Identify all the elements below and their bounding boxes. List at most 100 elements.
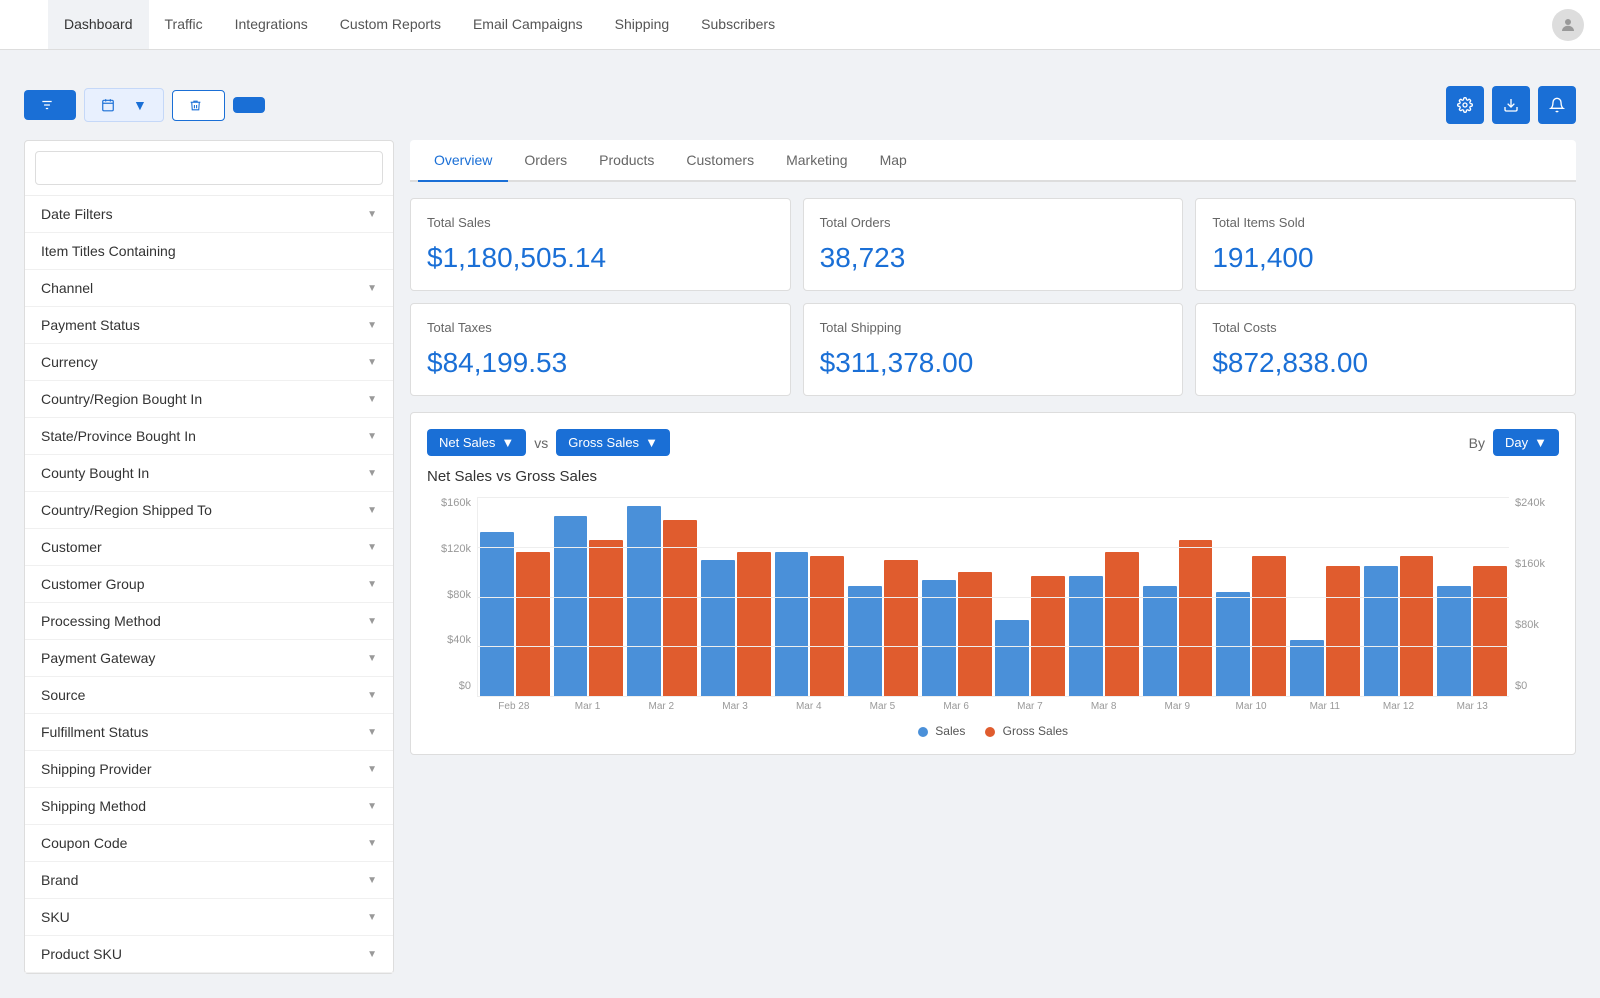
filter-item[interactable]: Coupon Code▼ [25,825,393,862]
bar-group [1288,566,1362,696]
bar-gross [737,552,771,696]
bar-sales [1364,566,1398,696]
filter-item[interactable]: Source▼ [25,677,393,714]
nav-tab-custom-reports[interactable]: Custom Reports [324,0,457,49]
bar-group [1214,556,1288,696]
bar-sales [480,532,514,696]
placed-button[interactable]: ▼ [84,88,164,122]
bar-gross [1031,576,1065,696]
filter-item[interactable]: Fulfillment Status▼ [25,714,393,751]
tab-overview[interactable]: Overview [418,140,508,182]
bar-group [1362,556,1436,696]
bar-gross [589,540,623,696]
bar-group [920,572,994,696]
bar-sales [995,620,1029,696]
trash-icon [189,99,202,112]
filter-item[interactable]: Currency▼ [25,344,393,381]
bar-group [773,552,847,696]
bar-group [625,506,699,696]
filter-item[interactable]: Customer▼ [25,529,393,566]
nav-tab-dashboard[interactable]: Dashboard [48,0,149,49]
gear-icon [1457,97,1473,113]
x-label: Mar 7 [993,701,1067,712]
net-sales-label: Net Sales [439,435,495,450]
calendar-icon [101,98,115,112]
bar-sales [1216,592,1250,696]
x-label: Mar 3 [698,701,772,712]
filter-item[interactable]: Customer Group▼ [25,566,393,603]
main-layout: Date Filters▼Item Titles ContainingChann… [0,140,1600,998]
stat-card-3: Total Taxes$84,199.53 [410,303,791,396]
date-dropdown-icon: ▼ [133,97,147,113]
filter-item[interactable]: Shipping Provider▼ [25,751,393,788]
bar-sales [922,580,956,696]
chart-legend: Sales Gross Sales [427,724,1559,738]
x-label: Mar 5 [846,701,920,712]
nav-tab-email-campaigns[interactable]: Email Campaigns [457,0,599,49]
stat-card-1: Total Orders38,723 [803,198,1184,291]
settings-button[interactable] [1446,86,1484,124]
x-label: Mar 4 [772,701,846,712]
main-content: Overview Orders Products Customers Marke… [410,140,1576,974]
tab-customers[interactable]: Customers [670,140,770,182]
filter-item[interactable]: Payment Status▼ [25,307,393,344]
x-label: Mar 10 [1214,701,1288,712]
sales-legend-dot [918,727,928,737]
bar-gross [1473,566,1507,696]
apply-button[interactable] [233,97,265,113]
bar-gross [958,572,992,696]
tab-marketing[interactable]: Marketing [770,140,863,182]
x-label: Mar 9 [1140,701,1214,712]
filter-item[interactable]: Shipping Method▼ [25,788,393,825]
bar-group [1067,552,1141,696]
chart-by: By Day ▼ [1469,429,1559,456]
filter-item[interactable]: Country/Region Bought In▼ [25,381,393,418]
gross-sales-button[interactable]: Gross Sales ▼ [556,429,670,456]
filter-item[interactable]: Product SKU▼ [25,936,393,973]
x-label: Mar 12 [1362,701,1436,712]
chart-container: $160k $120k $80k $40k $0 $240k $160k $80… [427,497,1559,716]
bar-gross [1179,540,1213,696]
tab-products[interactable]: Products [583,140,670,182]
gross-sales-label: Gross Sales [568,435,639,450]
stats-grid: Total Sales$1,180,505.14Total Orders38,7… [410,198,1576,396]
filter-item[interactable]: Payment Gateway▼ [25,640,393,677]
search-input[interactable] [35,151,383,185]
vs-text: vs [534,435,548,451]
stat-card-5: Total Costs$872,838.00 [1195,303,1576,396]
filter-list: Date Filters▼Item Titles ContainingChann… [25,196,393,973]
day-label: Day [1505,435,1528,450]
filters-button[interactable] [24,90,76,120]
nav-tab-shipping[interactable]: Shipping [599,0,686,49]
x-label: Mar 13 [1435,701,1509,712]
day-button[interactable]: Day ▼ [1493,429,1559,456]
bar-gross [1400,556,1434,696]
export-button[interactable] [1492,86,1530,124]
bar-group [993,576,1067,696]
filter-item[interactable]: Item Titles Containing [25,233,393,270]
bar-gross [1252,556,1286,696]
chart-toolbar: Net Sales ▼ vs Gross Sales ▼ By Day ▼ [427,429,1559,456]
notification-button[interactable] [1538,86,1576,124]
nav-tab-integrations[interactable]: Integrations [219,0,324,49]
user-avatar[interactable] [1552,9,1584,41]
nav-tab-traffic[interactable]: Traffic [149,0,219,49]
bell-icon [1549,97,1565,113]
tab-orders[interactable]: Orders [508,140,583,182]
filter-icon [40,98,54,112]
filter-item[interactable]: Brand▼ [25,862,393,899]
filter-item[interactable]: SKU▼ [25,899,393,936]
clear-all-button[interactable] [172,90,225,121]
filter-item[interactable]: Processing Method▼ [25,603,393,640]
filter-item[interactable]: State/Province Bought In▼ [25,418,393,455]
filter-item[interactable]: Country/Region Shipped To▼ [25,492,393,529]
filter-item[interactable]: County Bought In▼ [25,455,393,492]
net-sales-button[interactable]: Net Sales ▼ [427,429,526,456]
filter-item[interactable]: Channel▼ [25,270,393,307]
bar-gross [516,552,550,696]
tab-map[interactable]: Map [864,140,923,182]
nav-tab-subscribers[interactable]: Subscribers [685,0,791,49]
x-label: Mar 1 [551,701,625,712]
chart-section: Net Sales ▼ vs Gross Sales ▼ By Day ▼ Ne… [410,412,1576,755]
filter-item[interactable]: Date Filters▼ [25,196,393,233]
